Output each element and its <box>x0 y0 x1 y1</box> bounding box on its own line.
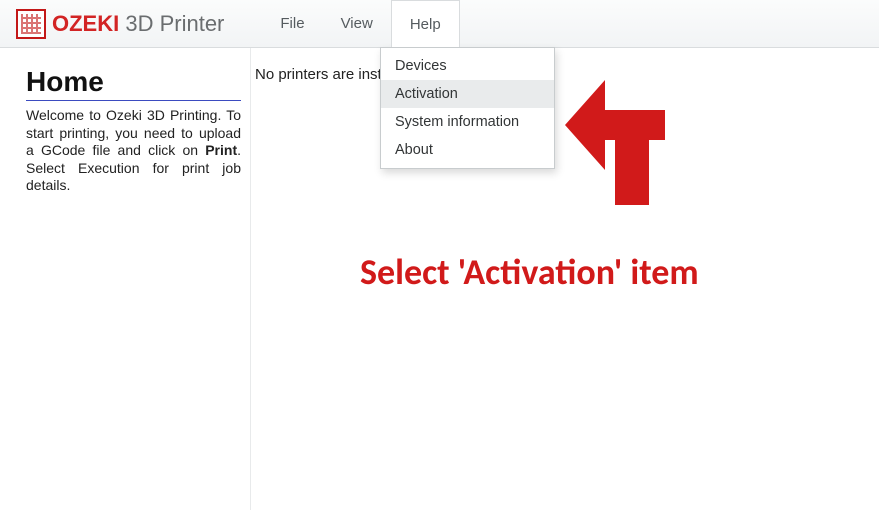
help-menu-activation[interactable]: Activation <box>381 80 554 108</box>
main-panel: No printers are installed <box>250 48 879 510</box>
sidebar: Home Welcome to Ozeki 3D Printing. To st… <box>0 48 250 510</box>
app-title-rest: 3D Printer <box>119 11 224 36</box>
welcome-text: Welcome to Ozeki 3D Printing. To start p… <box>26 107 241 195</box>
menu-view[interactable]: View <box>323 0 391 47</box>
help-menu-system-information[interactable]: System information <box>381 108 554 136</box>
menu-file[interactable]: File <box>262 0 322 47</box>
welcome-print-word: Print <box>205 142 237 158</box>
app-title-strong: OZEKI <box>52 11 119 36</box>
app-title: OZEKI 3D Printer <box>52 11 224 37</box>
page-title: Home <box>26 66 241 101</box>
help-menu-about[interactable]: About <box>381 136 554 164</box>
printer-status: No printers are installed <box>255 66 879 83</box>
menu-help[interactable]: Help <box>391 0 460 47</box>
app-brand: OZEKI 3D Printer <box>0 9 224 39</box>
help-dropdown: Devices Activation System information Ab… <box>380 47 555 169</box>
help-menu-devices[interactable]: Devices <box>381 52 554 80</box>
menu-list: File View Help <box>262 0 459 47</box>
ozeki-logo-icon <box>16 9 46 39</box>
menubar: OZEKI 3D Printer File View Help <box>0 0 879 48</box>
